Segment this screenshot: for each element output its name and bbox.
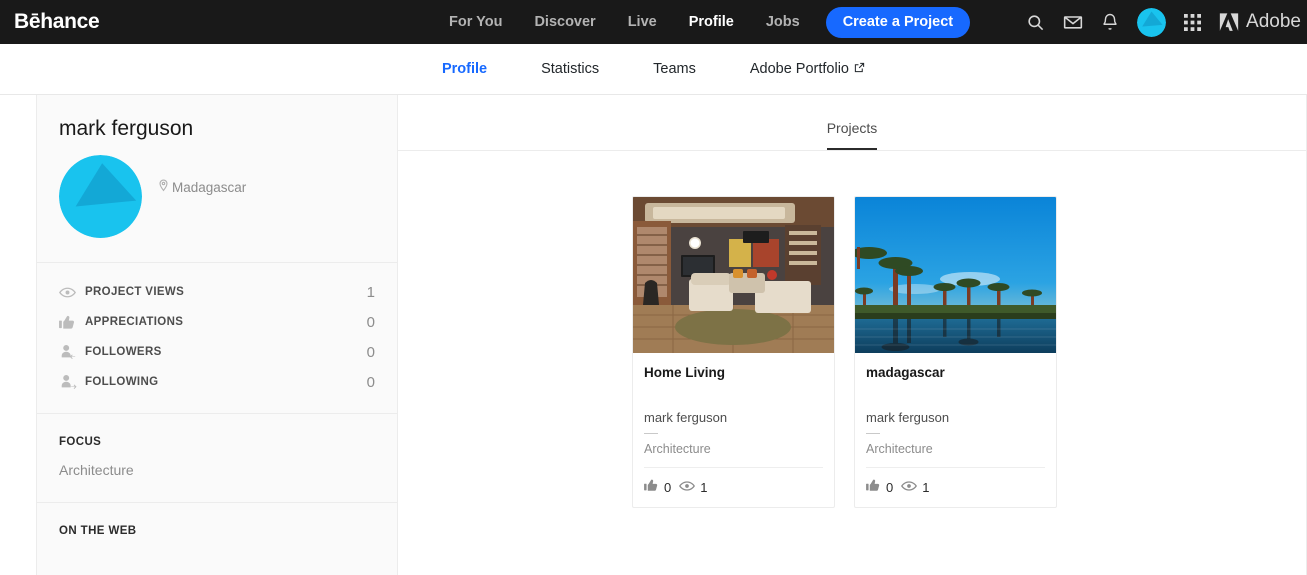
nav-item-discover[interactable]: Discover	[518, 0, 611, 44]
page-body: mark ferguson Madagascar PROJECT VIEWS 1…	[0, 95, 1307, 575]
subnav-item-adobe-portfolio[interactable]: Adobe Portfolio	[723, 61, 892, 77]
nav-item-live[interactable]: Live	[612, 0, 673, 44]
project-field: Architecture	[866, 442, 1045, 468]
stat-value-followers: 0	[366, 343, 375, 361]
thumbs-up-icon	[866, 478, 881, 497]
profile-avatar[interactable]	[59, 155, 142, 238]
project-card[interactable]: Home Living mark ferguson Architecture 0…	[632, 196, 835, 508]
mail-icon[interactable]	[1063, 12, 1083, 32]
project-appreciations-count: 0	[886, 480, 894, 495]
project-thumbnail-madagascar[interactable]	[855, 197, 1056, 353]
adobe-logo-icon	[1219, 12, 1239, 32]
adobe-label: Adobe	[1246, 11, 1301, 32]
external-link-icon	[854, 61, 865, 77]
map-pin-icon	[158, 179, 169, 195]
bell-icon[interactable]	[1101, 13, 1119, 31]
stat-label-followers: FOLLOWERS	[85, 346, 162, 358]
follower-icon	[59, 344, 82, 360]
content-tabs: Projects	[398, 95, 1306, 151]
project-views-count: 1	[700, 480, 708, 495]
page-title: mark ferguson	[59, 117, 194, 140]
top-nav-actions: Adobe	[1026, 0, 1307, 44]
project-appreciations[interactable]: 0	[644, 478, 671, 497]
nav-item-profile[interactable]: Profile	[673, 0, 750, 44]
stat-label-appreciations: APPRECIATIONS	[85, 316, 184, 328]
nav-item-for-you[interactable]: For You	[433, 0, 518, 44]
focus-title: FOCUS	[59, 436, 102, 448]
project-field: Architecture	[644, 442, 823, 468]
divider-dash	[644, 433, 658, 434]
on-the-web-block: ON THE WEB	[37, 503, 397, 575]
subnav-item-statistics[interactable]: Statistics	[514, 61, 626, 77]
following-icon	[59, 374, 82, 390]
primary-nav: For You Discover Live Profile Jobs Creat…	[433, 0, 971, 44]
stat-label-following: FOLLOWING	[85, 376, 159, 388]
subnav-item-profile[interactable]: Profile	[415, 61, 514, 77]
adobe-link[interactable]: Adobe	[1219, 11, 1301, 33]
subnav-item-teams[interactable]: Teams	[626, 61, 723, 77]
project-card-stats: 0 1	[866, 468, 1045, 497]
stat-value-appreciations: 0	[366, 313, 375, 331]
main-content: Projects Home Living mark ferguson Archi…	[398, 95, 1307, 575]
profile-sidebar: mark ferguson Madagascar PROJECT VIEWS 1…	[36, 95, 398, 575]
stat-label-project-views: PROJECT VIEWS	[85, 286, 185, 298]
subnav-label-profile: Profile	[441, 61, 488, 77]
project-thumbnail-home-living[interactable]	[633, 197, 834, 353]
focus-value: Architecture	[59, 462, 134, 478]
stat-value-project-views: 1	[366, 283, 375, 301]
behance-logo[interactable]: Bēhance	[14, 10, 100, 34]
focus-block: FOCUS Architecture	[37, 414, 397, 503]
stat-project-views[interactable]: PROJECT VIEWS 1	[59, 277, 375, 307]
profile-location: Madagascar	[158, 155, 246, 195]
subnav-label-teams: Teams	[653, 61, 696, 77]
eye-icon	[901, 479, 918, 497]
project-views[interactable]: 1	[901, 479, 929, 497]
profile-identity-row: Madagascar	[59, 155, 375, 238]
search-icon[interactable]	[1026, 13, 1045, 32]
subnav-label-adobe-portfolio: Adobe Portfolio	[749, 61, 849, 77]
divider-dash	[866, 433, 880, 434]
project-views-count: 1	[922, 480, 930, 495]
stat-value-following: 0	[366, 373, 375, 391]
stat-appreciations[interactable]: APPRECIATIONS 0	[59, 307, 375, 337]
eye-icon	[679, 479, 696, 497]
project-appreciations[interactable]: 0	[866, 478, 893, 497]
tab-projects[interactable]: Projects	[826, 120, 878, 150]
user-avatar[interactable]	[1137, 7, 1167, 37]
stat-followers[interactable]: FOLLOWERS 0	[59, 337, 375, 367]
nav-item-jobs[interactable]: Jobs	[750, 0, 816, 44]
profile-stats-block: PROJECT VIEWS 1 APPRECIATIONS 0 FOLLOWER…	[37, 263, 397, 414]
project-owner[interactable]: mark ferguson	[866, 410, 1045, 425]
project-appreciations-count: 0	[664, 480, 672, 495]
project-card-body: madagascar mark ferguson Architecture 0 …	[855, 353, 1056, 507]
stat-following[interactable]: FOLLOWING 0	[59, 367, 375, 397]
project-views[interactable]: 1	[679, 479, 707, 497]
thumbs-up-icon	[59, 314, 82, 330]
thumbs-up-icon	[644, 478, 659, 497]
project-title: madagascar	[866, 365, 945, 380]
top-navigation-bar: Bēhance For You Discover Live Profile Jo…	[0, 0, 1307, 44]
profile-location-label: Madagascar	[172, 179, 247, 195]
project-card-stats: 0 1	[644, 468, 823, 497]
profile-subnav: Profile Statistics Teams Adobe Portfolio	[0, 44, 1307, 95]
on-the-web-title: ON THE WEB	[59, 525, 137, 537]
project-title: Home Living	[644, 365, 726, 380]
app-grid-icon[interactable]	[1184, 13, 1202, 31]
projects-grid: Home Living mark ferguson Architecture 0…	[398, 151, 1306, 508]
subnav-label-statistics: Statistics	[541, 61, 600, 77]
project-card-body: Home Living mark ferguson Architecture 0…	[633, 353, 834, 507]
profile-header-block: mark ferguson Madagascar	[37, 95, 397, 263]
project-card[interactable]: madagascar mark ferguson Architecture 0 …	[854, 196, 1057, 508]
eye-icon	[59, 286, 82, 299]
project-owner[interactable]: mark ferguson	[644, 410, 823, 425]
create-a-project-button[interactable]: Create a Project	[825, 6, 971, 38]
